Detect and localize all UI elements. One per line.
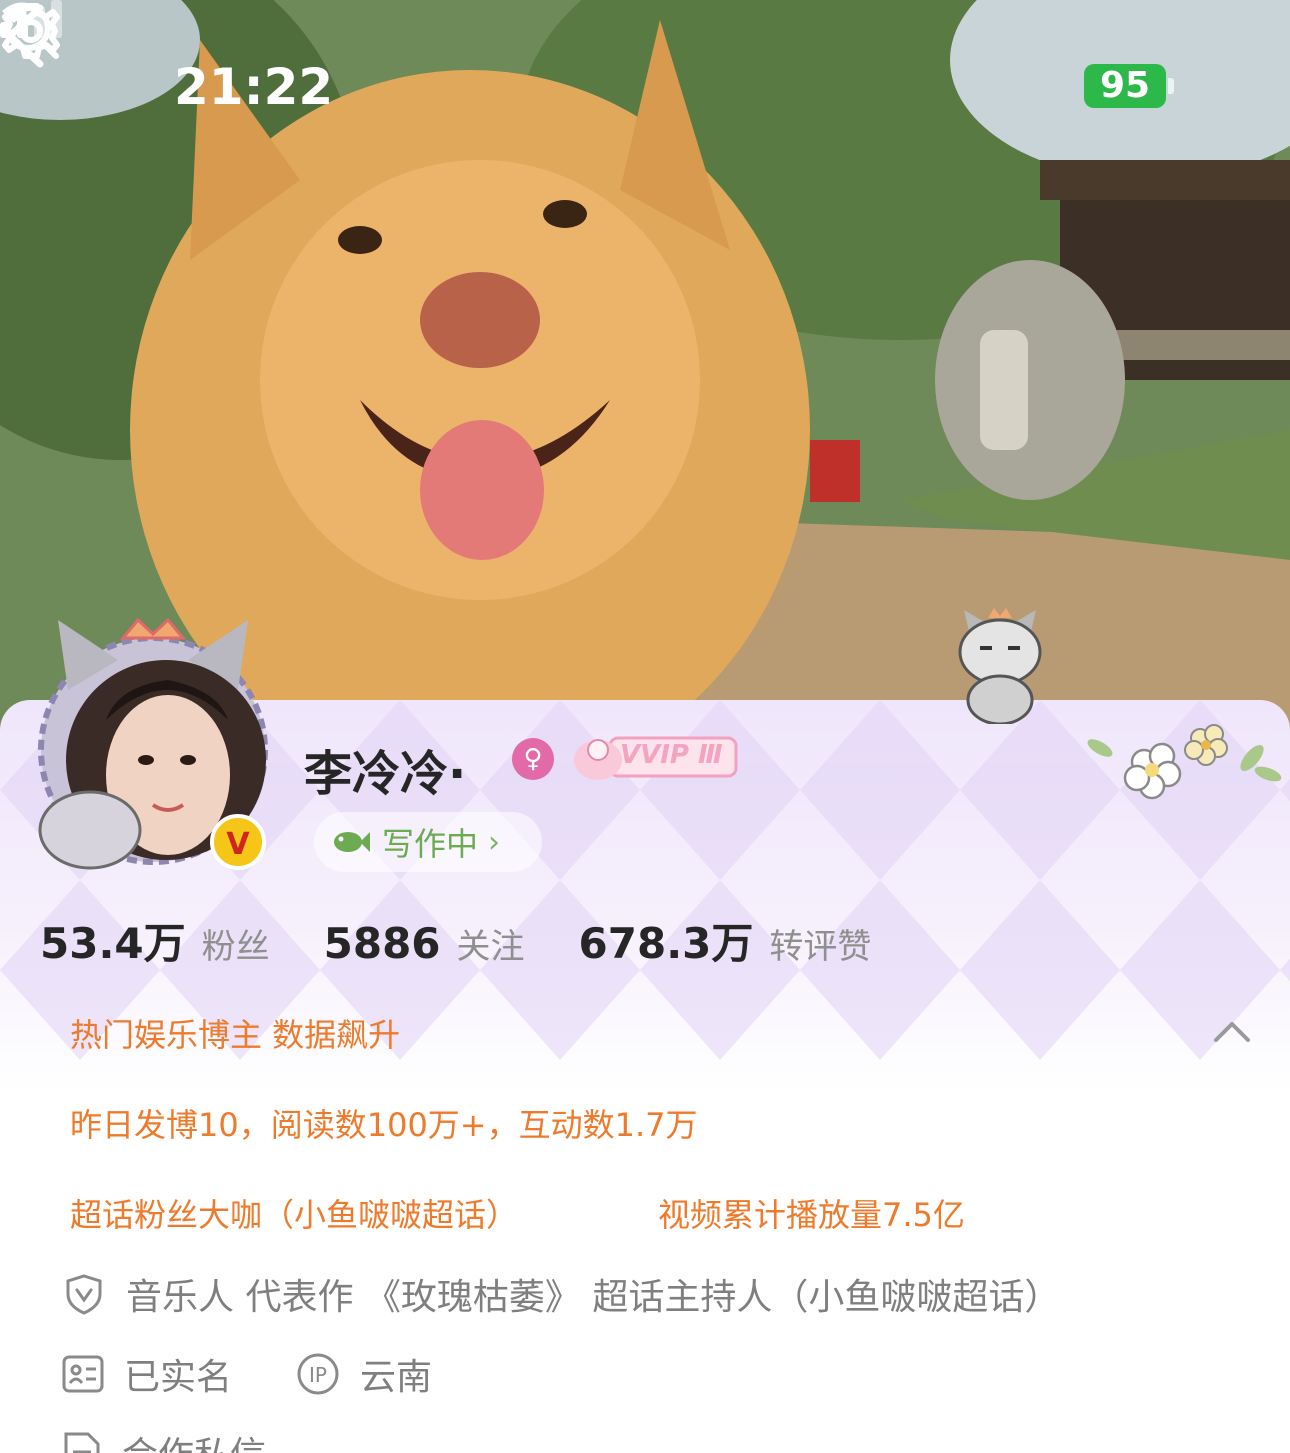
shield-icon: [66, 1274, 102, 1315]
yesterday-stats: 昨日发博10，阅读数100万+，互动数1.7万: [70, 1106, 698, 1144]
status-time: 21:22: [174, 58, 334, 116]
fish-icon: [334, 832, 370, 852]
battery-level: 95: [1099, 65, 1151, 106]
document-icon: [64, 1432, 100, 1453]
stat-value: 5886: [323, 919, 441, 968]
stat-value: 678.3万: [578, 919, 754, 968]
flower-decoration-icon: [1087, 724, 1282, 800]
super-topic-fan[interactable]: 超话粉丝大咖（小鱼啵啵超话）: [70, 1190, 518, 1236]
stat-label: 粉丝: [201, 927, 270, 967]
ip-location-text: 云南: [360, 1357, 433, 1398]
avatar[interactable]: V: [28, 600, 278, 870]
stat-label: 关注: [456, 927, 525, 967]
verification-row: 音乐人 代表作 《玫瑰枯萎》 超话主持人（小鱼啵啵超话）: [62, 1268, 1060, 1320]
writing-status-pill[interactable]: 写作中 ›: [314, 812, 542, 872]
svg-text:V: V: [226, 827, 250, 862]
id-card-icon: [62, 1355, 104, 1393]
profile-name: 李冷冷·: [304, 746, 467, 802]
stat-value: 53.4万: [40, 919, 186, 968]
verification-text: 音乐人 代表作 《玫瑰枯萎》 超话主持人（小鱼啵啵超话）: [126, 1277, 1061, 1318]
gender-female-icon: ♀: [512, 738, 554, 780]
chevron-right-icon: ›: [488, 824, 501, 860]
chevron-up-icon[interactable]: [1212, 1016, 1252, 1044]
ip-location-icon: IP: [297, 1353, 339, 1395]
cat-sticker-icon: [958, 608, 1042, 724]
battery-tip: [1168, 78, 1174, 94]
real-name-text: 已实名: [124, 1357, 233, 1398]
svg-text:IP: IP: [309, 1363, 327, 1387]
stat-interactions[interactable]: 678.3万 转评赞: [579, 910, 872, 971]
stat-followers[interactable]: 53.4万 粉丝: [40, 910, 270, 971]
business-row[interactable]: 合作私信: [62, 1426, 266, 1453]
business-text: 合作私信: [122, 1426, 266, 1453]
real-name-ip-row: 已实名 IP 云南: [62, 1348, 432, 1400]
video-play-count: 视频累计播放量7.5亿: [658, 1196, 965, 1234]
writing-status-text: 写作中: [382, 825, 479, 863]
stat-following[interactable]: 5886 关注: [324, 919, 525, 968]
stats-row: 53.4万 粉丝 5886 关注 678.3万 转评赞: [40, 910, 871, 971]
vip-level-label: VVIP Ⅲ: [620, 740, 723, 770]
battery-indicator: 95: [1084, 64, 1166, 108]
stat-label: 转评赞: [769, 927, 872, 967]
hot-blogger-title: 热门娱乐博主 数据飙升: [70, 1016, 401, 1054]
gear-icon[interactable]: [0, 0, 62, 62]
